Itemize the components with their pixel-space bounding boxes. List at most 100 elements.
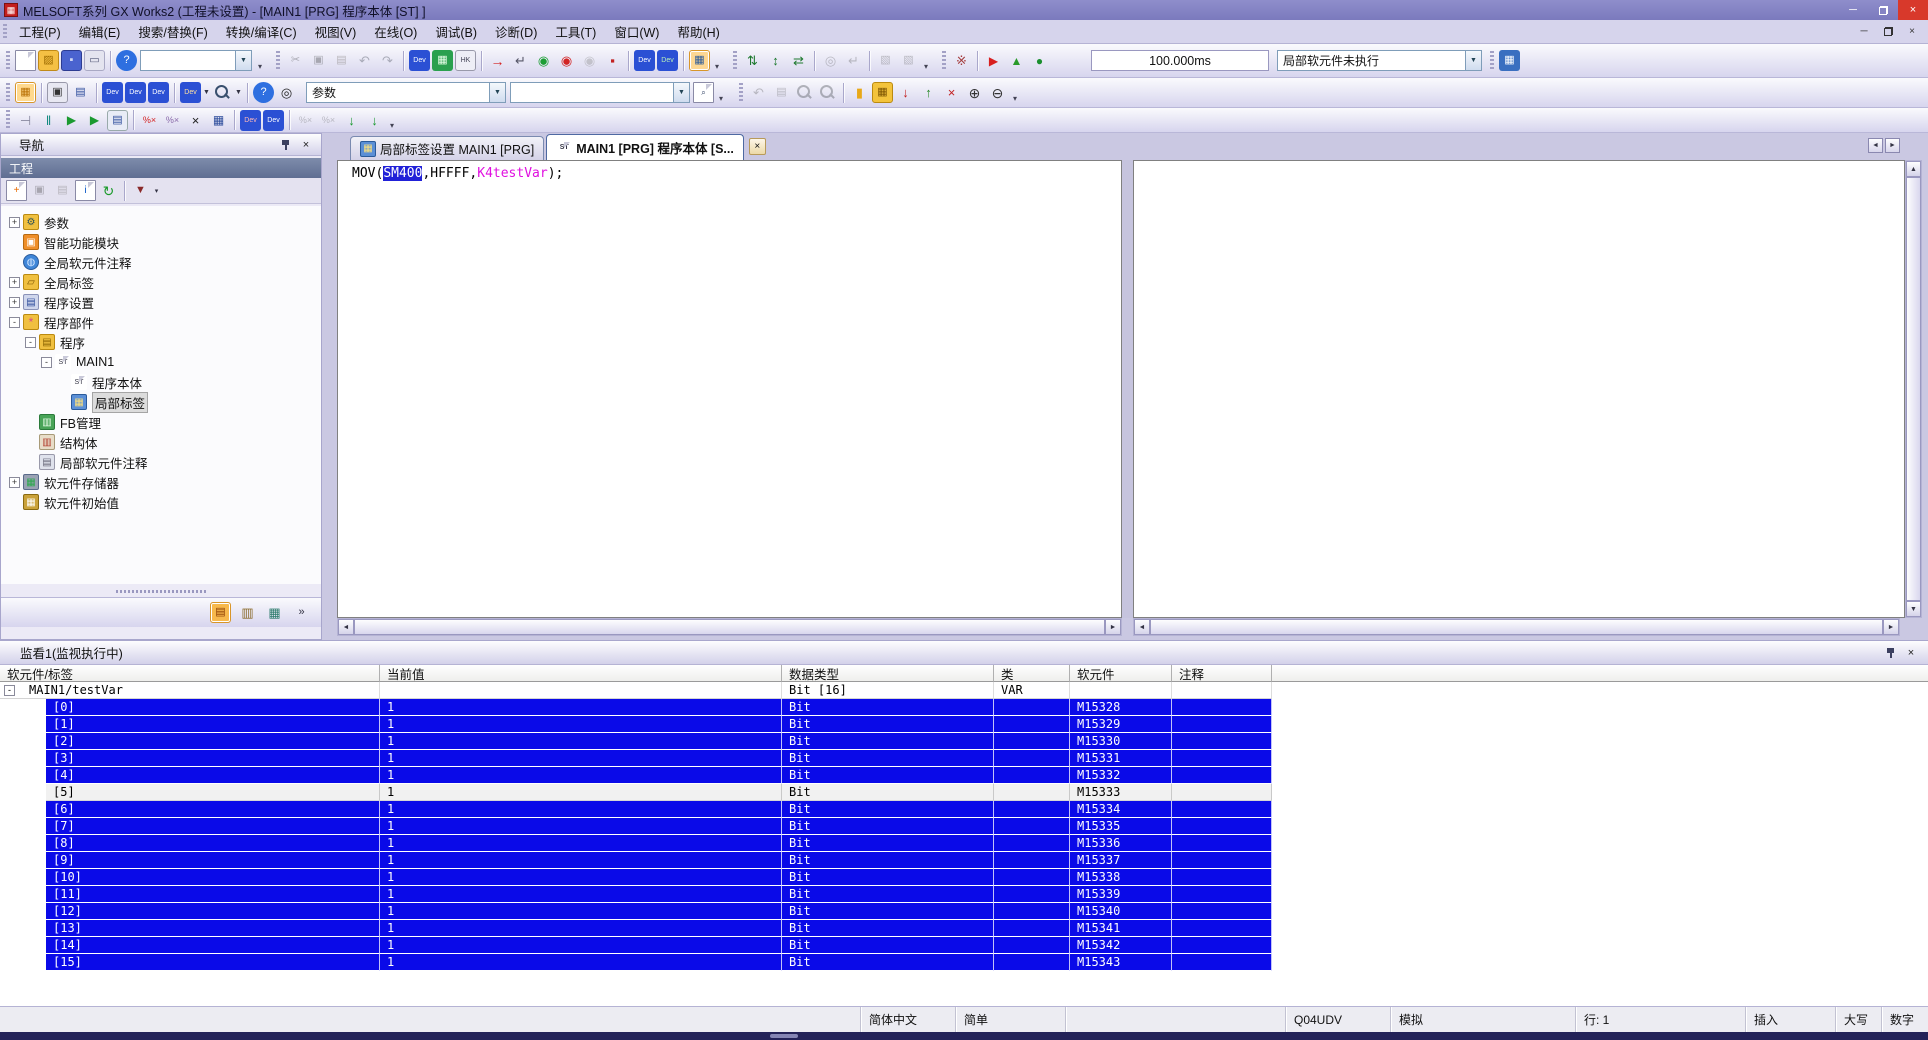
bookmark-set-icon[interactable]: ▮ <box>849 82 870 103</box>
menu-item[interactable]: 工具(T) <box>546 20 605 43</box>
watch-row-[12][interactable]: [12] 1 Bit M15340 <box>0 903 1928 920</box>
menu-item[interactable]: 搜索/替换(F) <box>129 20 216 43</box>
mdi-minimize-button[interactable]: ─ <box>1856 25 1872 39</box>
read-from-plc-icon[interactable]: ↵ <box>510 50 531 71</box>
bookmark-prev-icon[interactable]: ↓ <box>895 82 916 103</box>
menu-item[interactable]: 窗口(W) <box>605 20 668 43</box>
user-library-view-icon[interactable]: ▥ <box>237 602 258 623</box>
mdi-restore-button[interactable] <box>1880 25 1896 39</box>
chevron-down-icon[interactable]: ▼ <box>1465 51 1481 70</box>
refresh-icon[interactable]: ↻ <box>98 180 119 201</box>
bookmark-next-icon[interactable]: ↑ <box>918 82 939 103</box>
menu-item[interactable]: 诊断(D) <box>486 20 546 43</box>
dropdown-arrow-icon[interactable]: ▾ <box>152 181 161 201</box>
connection-view-icon[interactable]: ▦ <box>264 602 285 623</box>
window-select-combo[interactable]: 参数 ▼ <box>306 82 506 103</box>
menu-item[interactable]: 转换/编译(C) <box>217 20 306 43</box>
horizontal-scrollbar-right[interactable]: ◄ ► <box>1133 618 1900 636</box>
tree-expander[interactable]: + <box>9 476 20 488</box>
display-page-icon[interactable]: ⌕ <box>693 82 714 103</box>
tree-item-结构体[interactable]: ▥ 结构体 <box>1 432 321 452</box>
device-register-icon[interactable]: Dev <box>657 50 678 71</box>
dropdown-arrow-icon[interactable]: ▼ <box>234 83 243 103</box>
watch-row-[1][interactable]: [1] 1 Bit M15329 <box>0 716 1928 733</box>
horizontal-scroll-thumb[interactable] <box>1150 619 1883 635</box>
bookmark-list-icon[interactable]: ▦ <box>872 82 893 103</box>
tree-item-智能功能模块[interactable]: ▣ 智能功能模块 <box>1 232 321 252</box>
device-find-icon[interactable]: Dev <box>634 50 655 71</box>
toolbar-overflow-icon[interactable]: ▾ <box>254 51 266 71</box>
watch-column-header[interactable]: 软元件 <box>1070 665 1172 682</box>
device-test-list-icon[interactable]: Dev <box>240 109 261 131</box>
device-batch-list-icon[interactable]: Dev <box>263 109 284 131</box>
tree-item-MAIN1[interactable]: - ST MAIN1 <box>1 352 321 372</box>
module-configuration-icon[interactable]: ▣ <box>47 82 68 103</box>
navigation-window-icon[interactable]: ▦ <box>15 82 36 103</box>
sort-filter-icon[interactable]: ▼ <box>130 180 151 201</box>
find-binoculars-icon[interactable]: ◎ <box>276 82 297 103</box>
quick-find-combo[interactable]: ▼ <box>140 50 252 71</box>
toolbar-overflow-icon[interactable]: ▾ <box>715 83 727 103</box>
watch-row-[11][interactable]: [11] 1 Bit M15339 <box>0 886 1928 903</box>
monitor-condition-up-icon[interactable]: ⇅ <box>742 50 763 71</box>
device-test-on-icon[interactable]: %× <box>139 110 160 131</box>
new-file-icon[interactable] <box>15 50 36 71</box>
zoom-out-icon[interactable]: ⊖ <box>987 82 1008 103</box>
monitor-start-icon[interactable]: ◉ <box>533 50 554 71</box>
tree-expander[interactable]: + <box>9 216 20 228</box>
dropdown-arrow-icon[interactable]: ▼ <box>202 83 211 103</box>
toolbar-overflow-icon[interactable]: ▾ <box>711 51 723 71</box>
monitor-write-icon[interactable]: ▪ <box>602 50 623 71</box>
open-file-icon[interactable]: ▨ <box>38 50 59 71</box>
tree-item-程序部件[interactable]: - * 程序部件 <box>1 312 321 332</box>
device-comment-list-icon[interactable]: Dev <box>102 82 123 103</box>
outline-window-icon[interactable]: ▤ <box>70 82 91 103</box>
exec-cancel-all-icon[interactable]: ↓ <box>341 110 362 131</box>
simulation-stop-icon[interactable]: ● <box>1029 50 1050 71</box>
watch-parent-row[interactable]: - MAIN1/testVar Bit [16] VAR <box>0 682 1928 699</box>
help-icon[interactable]: ? <box>116 50 137 71</box>
watch-close-icon[interactable]: × <box>1904 646 1918 660</box>
tree-item-局部软元件注释[interactable]: ▤ 局部软元件注释 <box>1 452 321 472</box>
tree-item-局部标签[interactable]: ▦ 局部标签 <box>1 391 321 413</box>
menu-item[interactable]: 工程(P) <box>10 20 70 43</box>
buffer-memory-monitor-icon[interactable]: ▦ <box>432 50 453 71</box>
step-pause-icon[interactable]: ‖ <box>38 110 59 131</box>
tree-item-全局标签[interactable]: + ▱ 全局标签 <box>1 272 321 292</box>
watch-register-icon[interactable]: ▦ <box>208 110 229 131</box>
intelligent-monitor-icon[interactable]: HK <box>455 50 476 71</box>
watch-row-[14][interactable]: [14] 1 Bit M15342 <box>0 937 1928 954</box>
tree-item-全局软元件注释[interactable]: ◍ 全局软元件注释 <box>1 252 321 272</box>
mdi-close-button[interactable]: × <box>1904 25 1920 39</box>
tab-program-body[interactable]: ST MAIN1 [PRG] 程序本体 [S... <box>546 134 744 160</box>
scroll-left-button[interactable]: ◄ <box>338 619 354 635</box>
watch-row-[0][interactable]: [0] 1 Bit M15328 <box>0 699 1928 716</box>
toolbar-overflow-icon[interactable]: ▾ <box>1009 83 1021 103</box>
simulation-icon[interactable]: ※ <box>951 50 972 71</box>
editor-splitter[interactable] <box>1122 160 1133 618</box>
view-more-icon[interactable]: » <box>291 602 312 623</box>
tree-expander[interactable]: + <box>9 296 20 308</box>
scroll-up-button[interactable]: ▲ <box>1906 161 1921 177</box>
watch-row-[9][interactable]: [9] 1 Bit M15337 <box>0 852 1928 869</box>
tree-item-软元件存储器[interactable]: + ▦ 软元件存储器 <box>1 472 321 492</box>
tree-expander[interactable]: - <box>9 316 20 328</box>
vertical-scroll-thumb[interactable] <box>1906 177 1921 601</box>
simulation-error-icon[interactable]: ▲ <box>1006 50 1027 71</box>
help-tip-icon[interactable]: ? <box>253 82 274 103</box>
tree-expander[interactable]: - <box>41 356 52 368</box>
watch-row-[8][interactable]: [8] 1 Bit M15336 <box>0 835 1928 852</box>
tree-expander[interactable]: + <box>9 276 20 288</box>
debug-task-list-icon[interactable]: ▤ <box>107 109 128 131</box>
monitor-mode-icon[interactable]: ▦ <box>689 50 710 71</box>
toolbar-overflow-icon[interactable]: ▾ <box>920 51 932 71</box>
menu-item[interactable]: 在线(O) <box>365 20 426 43</box>
chevron-down-icon[interactable]: ▼ <box>489 83 505 102</box>
watch-row-[13][interactable]: [13] 1 Bit M15341 <box>0 920 1928 937</box>
tab-scroll-left-button[interactable]: ◄ <box>1868 138 1883 153</box>
watch-column-header[interactable]: 注释 <box>1172 665 1272 682</box>
monitor-stop-icon[interactable]: ◉ <box>556 50 577 71</box>
tree-item-FB管理[interactable]: ▥ FB管理 <box>1 412 321 432</box>
tree-expander[interactable]: - <box>25 336 36 348</box>
watch-row-[7][interactable]: [7] 1 Bit M15335 <box>0 818 1928 835</box>
